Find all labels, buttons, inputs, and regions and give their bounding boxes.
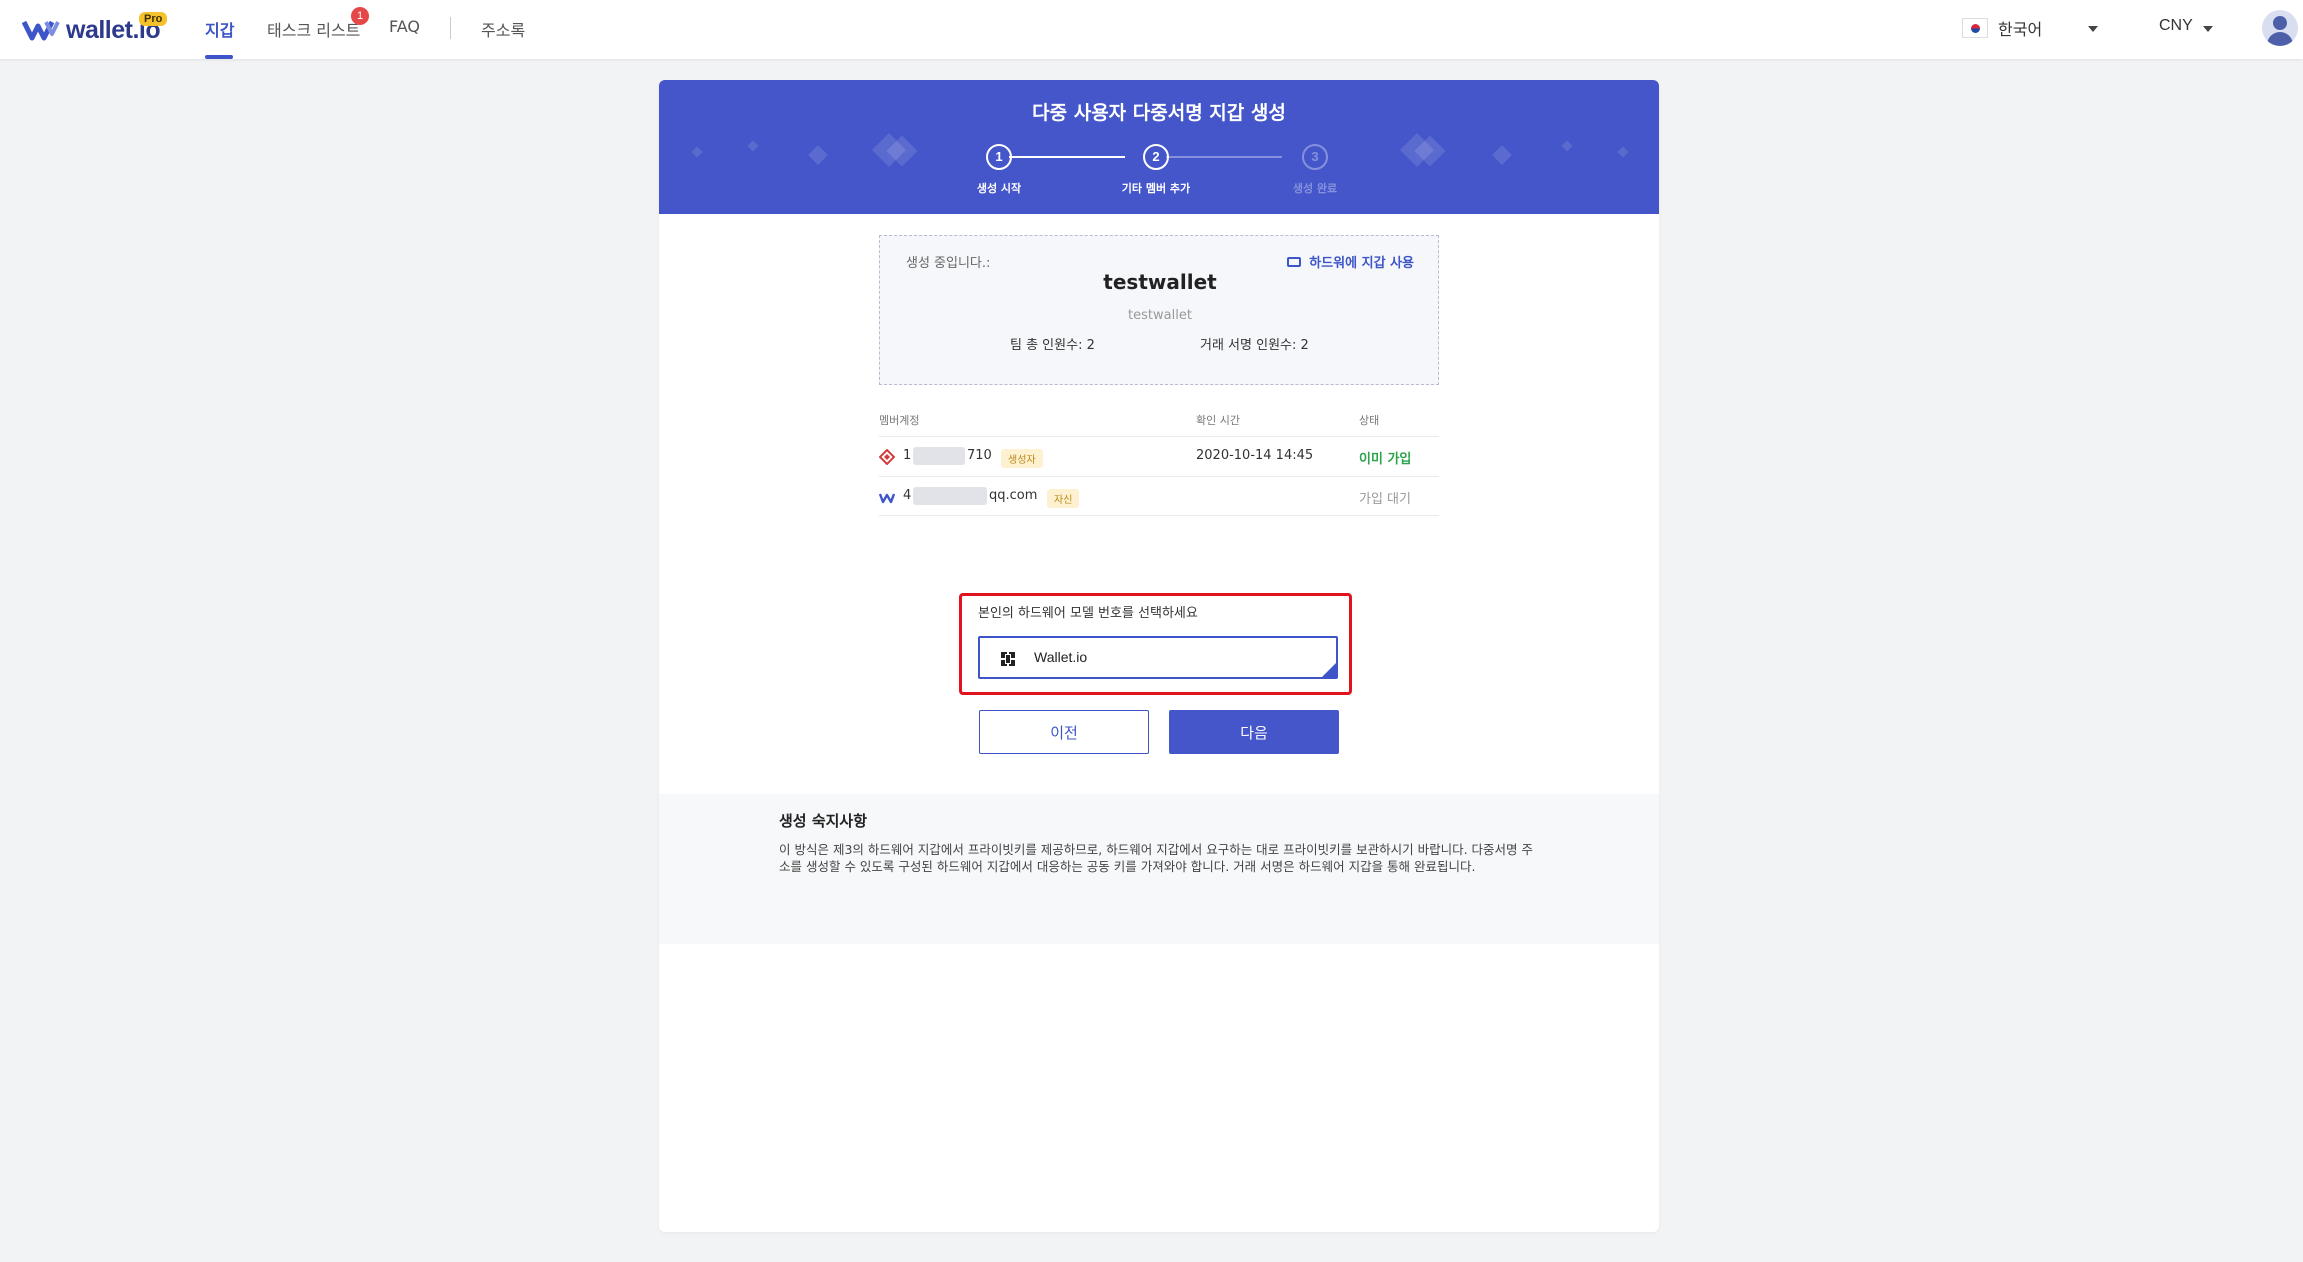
- nav-item-wallet[interactable]: 지갑: [205, 17, 234, 41]
- nav-item-faq[interactable]: FAQ: [389, 17, 420, 36]
- walletio-logo[interactable]: wallet.io Pro: [22, 12, 168, 48]
- top-navbar: wallet.io Pro 지갑 태스크 리스트 1 FAQ 주소록 한국어 C…: [0, 0, 2303, 59]
- status-badge: 이미 가입: [1359, 452, 1412, 467]
- language-label: 한국어: [1998, 20, 2043, 39]
- page-title: 다중 사용자 다중서명 지갑 생성: [1032, 102, 1286, 124]
- wallet-info-box: 생성 중입니다.: 하드워에 지갑 사용 testwallet testwall…: [879, 235, 1439, 385]
- banner-decoration: [1561, 140, 1573, 152]
- banner-decoration: [808, 145, 828, 165]
- currency-selector[interactable]: CNY: [2159, 17, 2193, 35]
- nav-active-indicator: [205, 55, 233, 59]
- notes-body: 이 방식은 제3의 하드웨어 지갑에서 프라이빗키를 제공하므로, 하드웨어 지…: [779, 842, 1534, 874]
- creator-tag: 생성자: [1001, 449, 1043, 468]
- creation-notes: 생성 숙지사항 이 방식은 제3의 하드웨어 지갑에서 프라이빗키를 제공하므로…: [659, 794, 1659, 944]
- wallet-name: testwallet: [1103, 270, 1217, 294]
- team-member-count: 팀 총 인원수: 2: [1010, 338, 1095, 353]
- banner-decoration: [1492, 145, 1512, 165]
- redacted-account: [913, 487, 987, 505]
- member-account-end: qq.com: [989, 488, 1038, 503]
- pro-badge: Pro: [139, 12, 168, 26]
- user-avatar[interactable]: [2262, 10, 2298, 46]
- member-account-end: 710: [967, 448, 992, 463]
- avatar-body: [2267, 32, 2293, 46]
- hardware-device-icon: [1287, 256, 1302, 267]
- creation-status-label: 생성 중입니다.:: [906, 256, 991, 271]
- hardware-select-label: 본인의 하드웨어 모델 번호를 선택하세요: [978, 606, 1198, 621]
- step-connector: [1166, 156, 1282, 158]
- table-row: 1 710 생성자 2020-10-14 14:45 이미 가입: [879, 436, 1439, 476]
- walletio-logo-icon: [22, 20, 60, 41]
- hardware-model-icon: [1001, 652, 1015, 666]
- step-1-indicator: 1: [986, 144, 1012, 170]
- member-account-start: 1: [903, 448, 912, 463]
- column-header-member: 멤버계정: [879, 414, 920, 427]
- korea-flag-icon: [1962, 18, 1988, 38]
- currency-chevron-down-icon[interactable]: [2203, 26, 2213, 32]
- prev-button[interactable]: 이전: [979, 710, 1149, 754]
- next-button[interactable]: 다음: [1169, 710, 1339, 754]
- hardware-model-select[interactable]: Wallet.io: [978, 636, 1338, 679]
- wizard-banner: 다중 사용자 다중서명 지갑 생성 1 2 3 생성 시작 기타 멤버 추가 생…: [659, 80, 1659, 214]
- hardware-wallet-icon: [879, 449, 895, 465]
- selected-check-icon: [1322, 663, 1336, 677]
- notes-title: 생성 숙지사항: [779, 812, 868, 830]
- use-hardware-wallet-link[interactable]: 하드워에 지갑 사용: [1287, 252, 1414, 271]
- hardware-model-value: Wallet.io: [1034, 649, 1088, 665]
- banner-decoration: [747, 140, 759, 152]
- create-wallet-card: 다중 사용자 다중서명 지갑 생성 1 2 3 생성 시작 기타 멤버 추가 생…: [659, 80, 1659, 1232]
- language-selector[interactable]: 한국어: [1962, 16, 2042, 40]
- use-hardware-wallet-label: 하드워에 지갑 사용: [1309, 256, 1414, 271]
- language-chevron-down-icon[interactable]: [2088, 26, 2098, 32]
- nav-divider: [450, 17, 451, 39]
- wallet-subname: testwallet: [1128, 308, 1192, 323]
- member-account-start: 4: [903, 488, 912, 503]
- status-badge: 가입 대기: [1359, 492, 1411, 507]
- step-connector: [1009, 156, 1125, 158]
- step-2-label: 기타 멤버 추가: [1121, 182, 1191, 195]
- confirm-time: 2020-10-14 14:45: [1196, 448, 1314, 463]
- banner-decoration: [1617, 146, 1629, 158]
- column-header-status: 상태: [1359, 414, 1380, 427]
- signer-count: 거래 서명 인원수: 2: [1200, 338, 1309, 353]
- step-3-indicator: 3: [1302, 144, 1328, 170]
- banner-decoration: [691, 146, 703, 158]
- nav-item-address-book[interactable]: 주소록: [481, 17, 525, 41]
- step-2-indicator: 2: [1143, 144, 1169, 170]
- self-tag: 자신: [1047, 489, 1080, 508]
- walletio-icon: [879, 493, 895, 504]
- step-1-label: 생성 시작: [976, 182, 1022, 195]
- redacted-account: [913, 447, 965, 465]
- step-3-label: 생성 완료: [1292, 182, 1338, 195]
- nav-item-task-list[interactable]: 태스크 리스트: [267, 17, 360, 41]
- task-count-badge: 1: [351, 7, 369, 25]
- table-row: 4 qq.com 자신 가입 대기: [879, 476, 1439, 516]
- avatar-head: [2273, 16, 2287, 30]
- column-header-time: 확인 시간: [1196, 414, 1240, 427]
